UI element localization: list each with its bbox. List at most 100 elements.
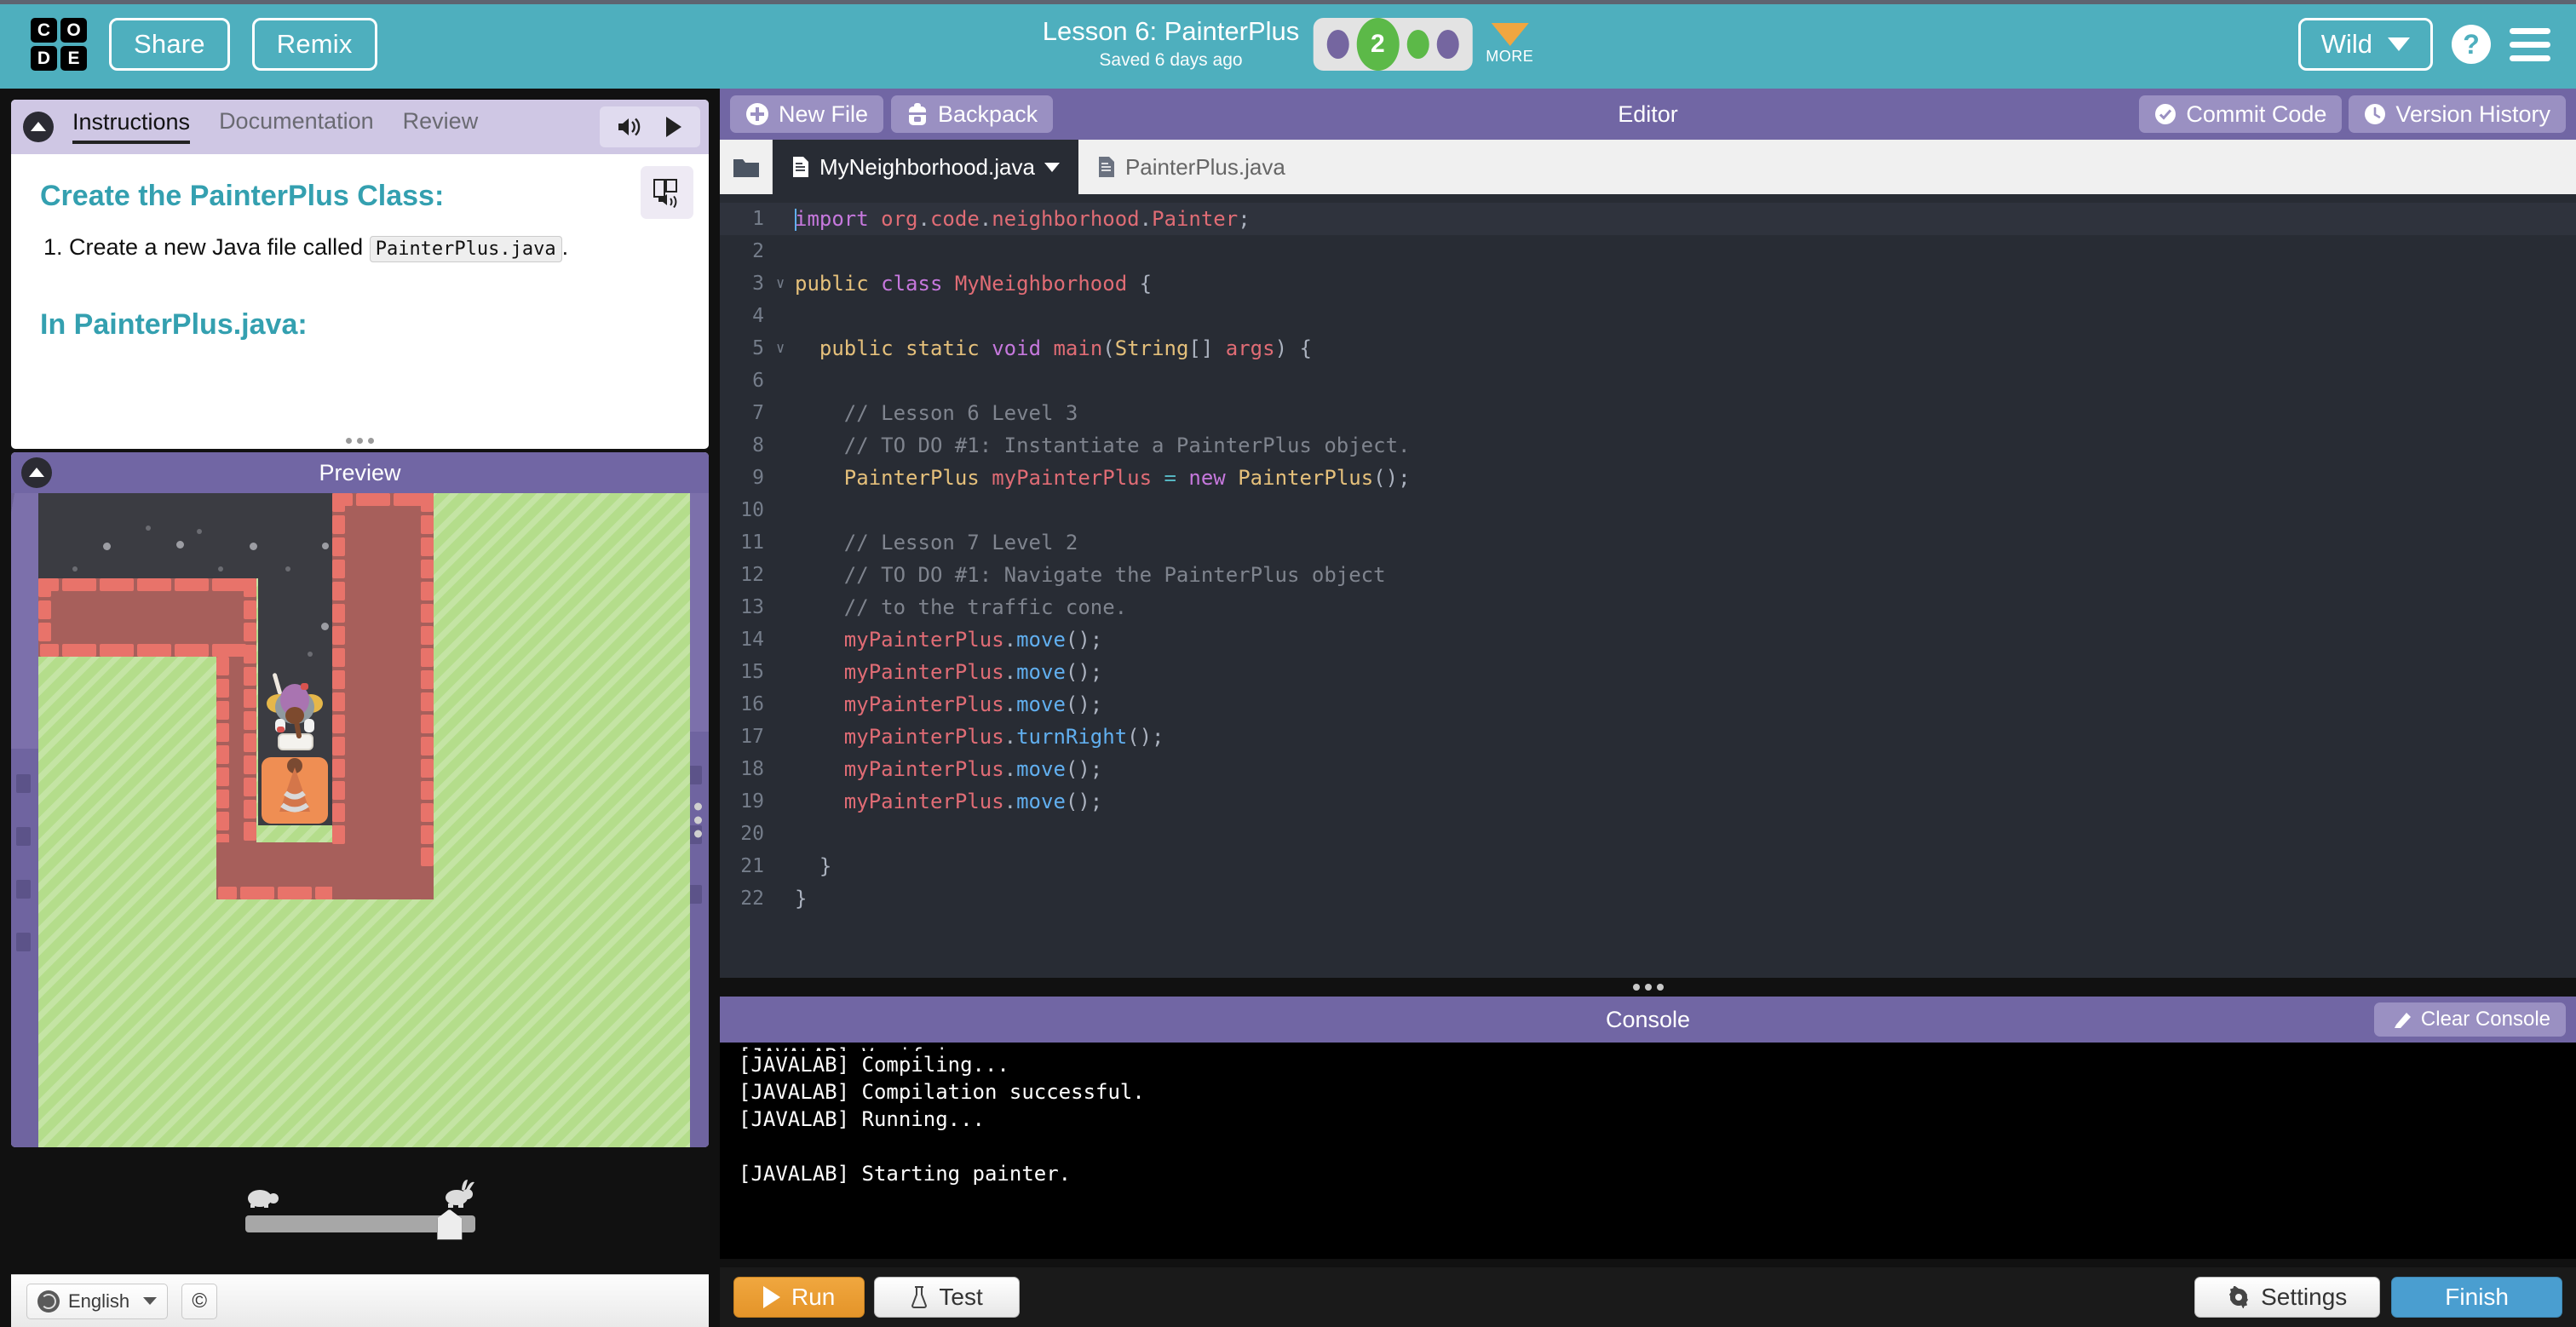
closed-caption-button[interactable]: © [181, 1283, 218, 1319]
fold-toggle-icon[interactable]: ∨ [776, 340, 795, 357]
preview-resize-handle[interactable] [694, 802, 702, 838]
level-bubble-1[interactable] [1326, 30, 1349, 59]
play-icon [763, 1286, 780, 1308]
speed-slider-thumb[interactable] [436, 1209, 463, 1240]
level-bubble-4[interactable] [1436, 30, 1459, 59]
code-line[interactable]: 7 // Lesson 6 Level 3 [720, 397, 2576, 429]
section-selector[interactable]: Wild [2297, 18, 2433, 71]
chevron-down-icon[interactable] [1044, 162, 1060, 172]
code-line[interactable]: 9 PainterPlus myPainterPlus = new Painte… [720, 462, 2576, 494]
code-line[interactable]: 8 // TO DO #1: Instantiate a PainterPlus… [720, 429, 2576, 462]
finish-button[interactable]: Finish [2391, 1277, 2562, 1318]
clear-console-button[interactable]: Clear Console [2373, 1002, 2566, 1037]
code-line[interactable]: 21 } [720, 850, 2576, 882]
logo-letter-c: C [31, 18, 57, 43]
line-number: 22 [740, 888, 764, 910]
read-aloud-button[interactable] [641, 166, 693, 219]
code-text: // Lesson 6 Level 3 [795, 401, 1078, 425]
code-line[interactable]: 13 // to the traffic cone. [720, 591, 2576, 623]
eraser-icon [2394, 1013, 2411, 1028]
play-icon[interactable] [664, 116, 683, 138]
code-line[interactable]: 17 myPainterPlus.turnRight(); [720, 721, 2576, 753]
code-line[interactable]: 2 [720, 235, 2576, 267]
check-circle-icon [2155, 104, 2176, 124]
new-file-label: New File [779, 101, 869, 127]
collapse-up-icon[interactable] [21, 457, 52, 488]
code-org-logo[interactable]: C O D E [31, 18, 87, 71]
file-tab-painterplus[interactable]: PainterPlus.java [1078, 140, 1304, 194]
step-1-text: Create a new Java file called [69, 234, 364, 260]
remix-button[interactable]: Remix [251, 18, 377, 71]
instructions-body: Create the PainterPlus Class: Create a n… [11, 154, 709, 433]
header-right-group: Wild ? [2297, 0, 2550, 89]
code-line[interactable]: 6 [720, 365, 2576, 397]
code-line[interactable]: 12 // TO DO #1: Navigate the PainterPlus… [720, 559, 2576, 591]
code-line[interactable]: 4 [720, 300, 2576, 332]
instructions-tabs: Instructions Documentation Review [72, 100, 478, 154]
code-line[interactable]: 5 ∨ public static void main(String[] args… [720, 332, 2576, 365]
code-line[interactable]: 18 myPainterPlus.move(); [720, 753, 2576, 785]
speaker-icon[interactable] [617, 116, 642, 138]
level-bubble-2-current[interactable]: 2 [1356, 18, 1400, 71]
code-line[interactable]: 1 import org.code.neighborhood.Painter; [720, 203, 2576, 235]
building-left [11, 749, 40, 1147]
test-button[interactable]: Test [874, 1277, 1020, 1318]
logo-letter-o: O [60, 18, 87, 43]
code-line[interactable]: 10 [720, 494, 2576, 526]
lesson-progress-group: Lesson 6: PainterPlus Saved 6 days ago 2… [1043, 0, 1534, 89]
fold-toggle-icon[interactable]: ∨ [776, 275, 795, 292]
file-tab-myneighborhood[interactable]: MyNeighborhood.java [773, 140, 1078, 194]
code-text: // TO DO #1: Instantiate a PainterPlus o… [795, 434, 1411, 457]
run-label: Run [791, 1284, 836, 1310]
instructions-resize-handle[interactable] [11, 433, 709, 449]
tab-documentation[interactable]: Documentation [219, 109, 374, 145]
javalab-app: C O D E Share Remix Lesson 6: PainterPlu… [0, 0, 2576, 1327]
chevron-down-icon [2388, 37, 2410, 51]
tab-instructions[interactable]: Instructions [72, 110, 191, 144]
code-line[interactable]: 15 myPainterPlus.move(); [720, 656, 2576, 688]
code-line[interactable]: 16 myPainterPlus.move(); [720, 688, 2576, 721]
left-column: Instructions Documentation Review Create… [0, 89, 720, 1327]
neighborhood-world [38, 493, 690, 1147]
brick-edge [38, 578, 256, 591]
code-line[interactable]: 11 // Lesson 7 Level 2 [720, 526, 2576, 559]
tab-review[interactable]: Review [403, 109, 479, 145]
line-number: 9 [752, 467, 764, 489]
editor-console-resize-handle[interactable] [720, 978, 2576, 997]
backpack-button[interactable]: Backpack [891, 95, 1054, 133]
code-text: myPainterPlus.move(); [843, 757, 1103, 781]
hamburger-menu-icon[interactable] [2510, 27, 2550, 61]
settings-button[interactable]: Settings [2194, 1277, 2381, 1318]
file-tab-label: PainterPlus.java [1124, 153, 1285, 180]
code-line[interactable]: 14 myPainterPlus.move(); [720, 623, 2576, 656]
step-1-period: . [561, 234, 569, 260]
new-file-button[interactable]: New File [730, 95, 884, 133]
code-line[interactable]: 20 [720, 818, 2576, 850]
run-button[interactable]: Run [733, 1277, 865, 1318]
code-line[interactable]: 3 ∨ public class MyNeighborhood { [720, 267, 2576, 300]
folder-icon [733, 159, 759, 177]
help-icon[interactable]: ? [2452, 25, 2491, 64]
file-browser-button[interactable] [720, 140, 773, 194]
share-button[interactable]: Share [109, 18, 230, 71]
code-line[interactable]: 22} [720, 882, 2576, 915]
more-levels-button[interactable]: MORE [1486, 23, 1533, 66]
level-bubble-3[interactable] [1406, 30, 1429, 59]
code-editor[interactable]: 1 import org.code.neighborhood.Painter; 2 3… [720, 194, 2576, 978]
editor-toolbar-right: Commit Code Version History [2139, 95, 2566, 133]
collapse-up-icon[interactable] [23, 112, 54, 142]
commit-code-button[interactable]: Commit Code [2139, 95, 2343, 133]
speed-slider-track[interactable] [244, 1209, 475, 1240]
line-number: 12 [740, 564, 764, 586]
instructions-heading-1: Create the PainterPlus Class: [40, 180, 445, 212]
code-line[interactable]: 19 myPainterPlus.move(); [720, 785, 2576, 818]
version-history-button[interactable]: Version History [2349, 95, 2566, 133]
console-line: [JAVALAB] Compilation successful. [739, 1080, 1145, 1104]
file-icon [1098, 157, 1114, 177]
painter-character [267, 673, 323, 750]
console-output[interactable]: [JAVALAB] Verifying... [JAVALAB] Compilin… [720, 1043, 2576, 1259]
language-selector[interactable]: English [26, 1283, 169, 1319]
lesson-title: Lesson 6: PainterPlus [1042, 16, 1300, 47]
book-speaker-icon [653, 179, 677, 208]
speed-icon-row [245, 1172, 475, 1208]
